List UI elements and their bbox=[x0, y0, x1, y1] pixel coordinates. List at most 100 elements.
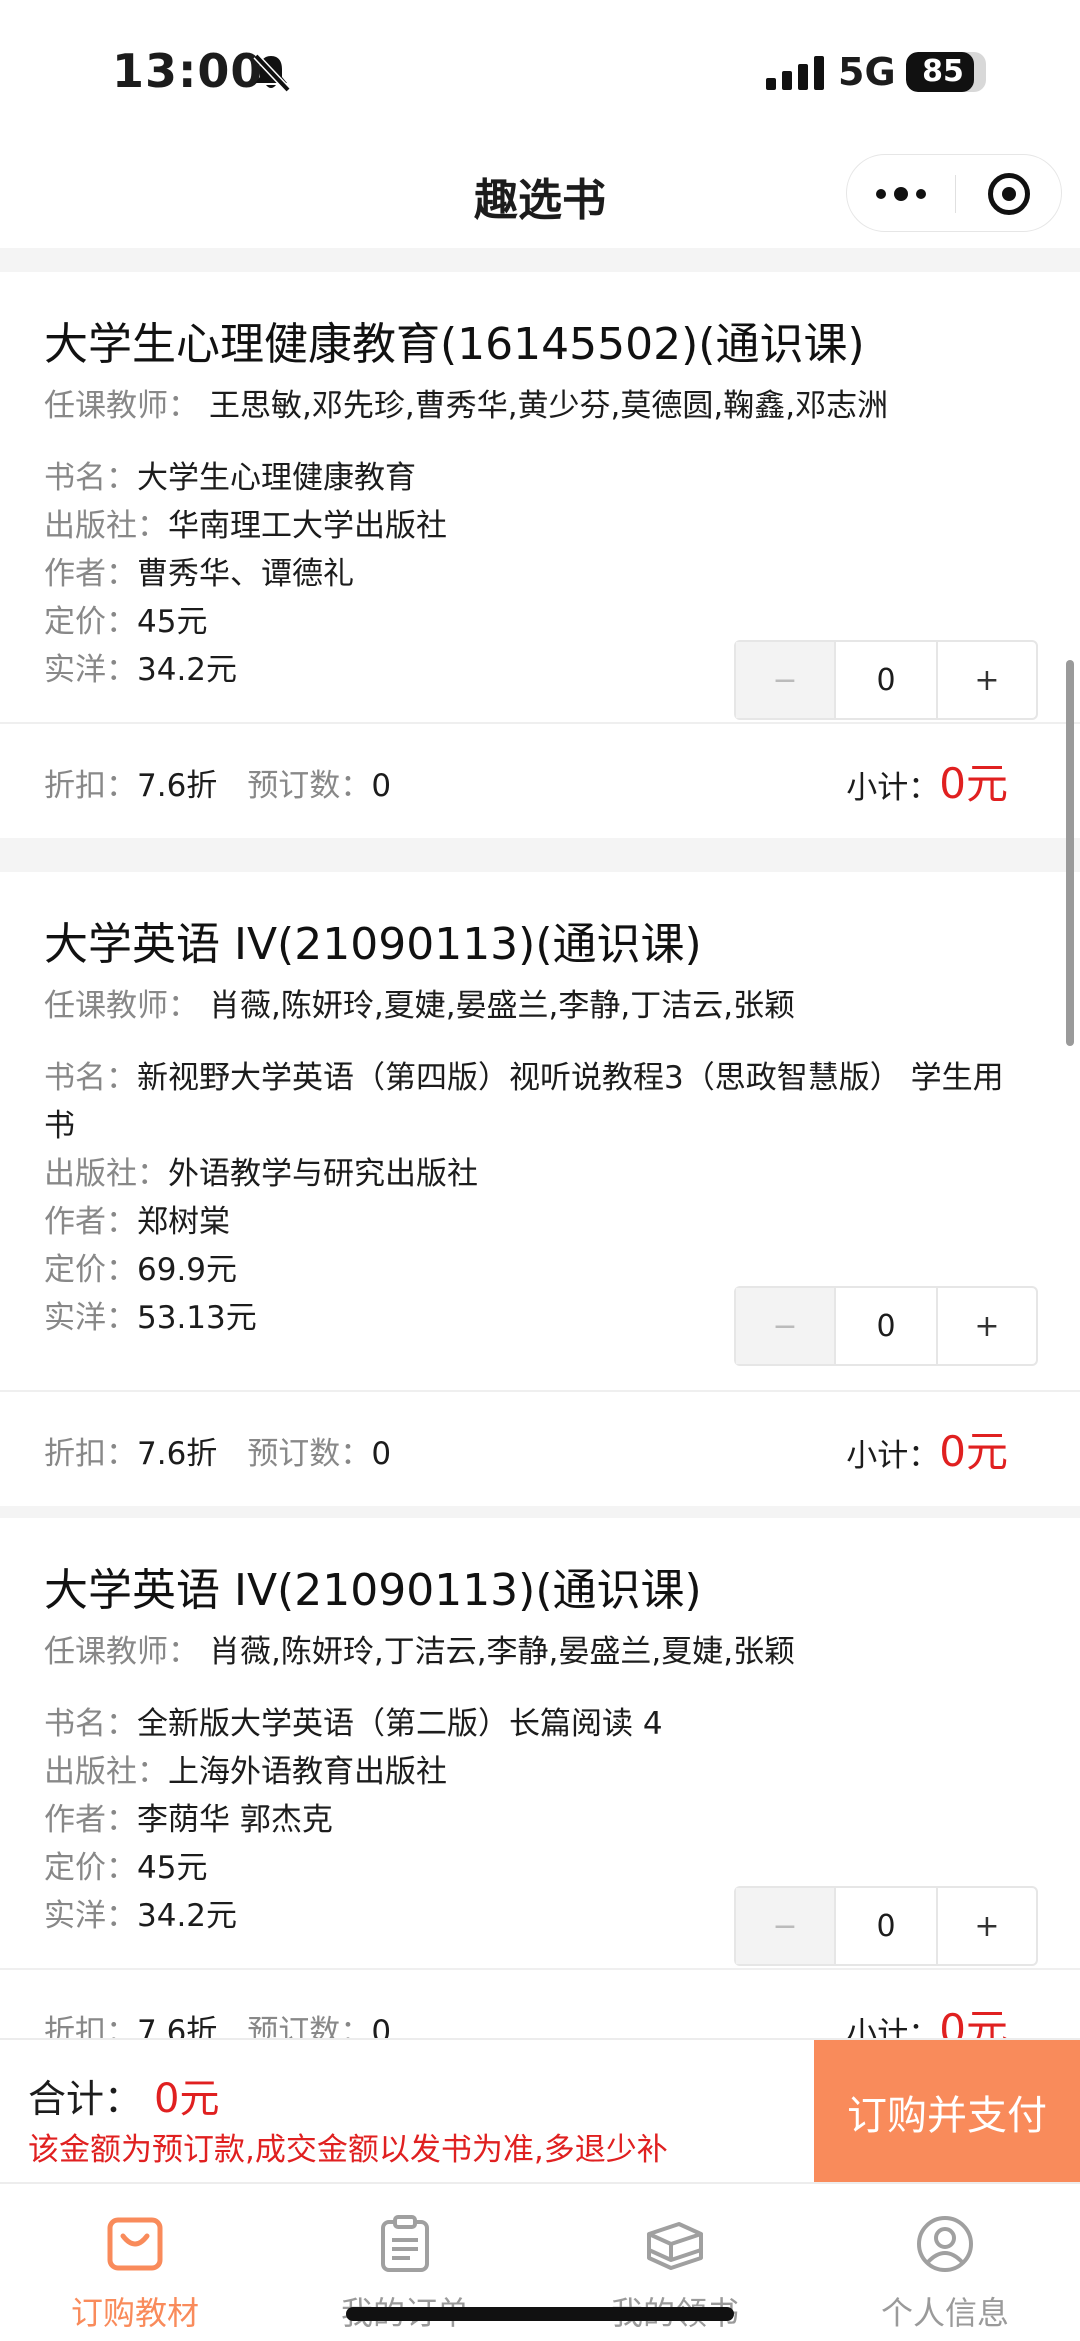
ordered-count: 0 bbox=[371, 1436, 392, 1472]
course-list[interactable]: 大学生心理健康教育(16145502)(通识课) 任课教师： 王思敏,邓先珍,曹秀… bbox=[0, 248, 1080, 2038]
more-dot-icon bbox=[916, 189, 926, 199]
list-price: 45元 bbox=[137, 604, 208, 640]
increase-button[interactable]: + bbox=[936, 1888, 1036, 1964]
actual-price-label: 实洋： bbox=[44, 652, 137, 688]
ordered-label: 预订数： bbox=[247, 768, 372, 804]
books-icon bbox=[647, 2222, 703, 2270]
quantity-value[interactable]: 0 bbox=[836, 642, 936, 718]
discount-value: 7.6折 bbox=[137, 2014, 218, 2038]
course-card: 大学生心理健康教育(16145502)(通识课) 任课教师： 王思敏,邓先珍,曹秀… bbox=[0, 272, 1080, 838]
total-amount: 0元 bbox=[154, 2076, 220, 2122]
subtotal-label: 小计： bbox=[846, 1438, 940, 1474]
battery-level: 85 bbox=[922, 54, 964, 89]
course-card: 大学英语 IV(21090113)(通识课) 任课教师： 肖薇,陈妍玲,丁洁云,李… bbox=[0, 1518, 1080, 2038]
more-menu-button[interactable] bbox=[847, 155, 955, 233]
ordered-count: 0 bbox=[371, 768, 392, 804]
summary-row: 折扣：7.6折 预订数：0 小计：0元 bbox=[0, 1392, 1080, 1508]
shopping-bag-icon bbox=[107, 2217, 163, 2271]
subtotal-amount: 0元 bbox=[939, 2005, 1008, 2038]
teacher-row: 任课教师： 肖薇,陈妍玲,夏婕,晏盛兰,李静,丁洁云,张颖 bbox=[44, 980, 795, 1025]
book-name: 全新版大学英语（第二版）长篇阅读 4 bbox=[137, 1706, 663, 1742]
teacher-names: 肖薇,陈妍玲,丁洁云,李静,晏盛兰,夏婕,张颖 bbox=[209, 1634, 796, 1670]
course-title: 大学生心理健康教育(16145502)(通识课) bbox=[44, 319, 865, 370]
payment-notice: 该金额为预订款,成交金额以发书为准,多退少补 bbox=[28, 2132, 668, 2168]
publisher-label: 出版社： bbox=[44, 1754, 168, 1790]
publisher-name: 华南理工大学出版社 bbox=[168, 508, 447, 544]
discount-label: 折扣： bbox=[44, 2014, 137, 2038]
summary-row: 折扣：7.6折 预订数：0 小计：0元 bbox=[0, 724, 1080, 840]
total-label: 合计： bbox=[28, 2077, 143, 2121]
user-icon bbox=[917, 2216, 973, 2272]
battery-icon: 85 bbox=[906, 52, 986, 92]
list-price: 45元 bbox=[137, 1850, 208, 1886]
cellular-signal-icon bbox=[766, 56, 824, 90]
actual-price: 34.2元 bbox=[137, 1898, 238, 1934]
close-mini-program-button[interactable] bbox=[955, 155, 1063, 233]
bell-muted-icon bbox=[253, 53, 291, 92]
discount-value: 7.6折 bbox=[137, 1436, 218, 1472]
decrease-button[interactable]: − bbox=[736, 642, 836, 718]
author-label: 作者： bbox=[44, 1802, 137, 1838]
decrease-button[interactable]: − bbox=[736, 1888, 836, 1964]
course-card: 大学英语 IV(21090113)(通识课) 任课教师： 肖薇,陈妍玲,夏婕,晏盛… bbox=[0, 872, 1080, 1506]
mini-program-capsule bbox=[846, 154, 1062, 232]
target-circle-icon bbox=[988, 173, 1030, 215]
subtotal-amount: 0元 bbox=[939, 1427, 1008, 1476]
teacher-names: 肖薇,陈妍玲,夏婕,晏盛兰,李静,丁洁云,张颖 bbox=[209, 988, 796, 1024]
subtotal-label: 小计： bbox=[846, 2016, 940, 2038]
increase-button[interactable]: + bbox=[936, 642, 1036, 718]
increase-button[interactable]: + bbox=[936, 1288, 1036, 1364]
publisher-label: 出版社： bbox=[44, 508, 168, 544]
ordered-label: 预订数： bbox=[247, 1436, 372, 1472]
ordered-label: 预订数： bbox=[247, 2014, 372, 2038]
total-row: 合计： 0元 bbox=[28, 2066, 219, 2124]
actual-price: 53.13元 bbox=[137, 1300, 257, 1336]
more-dot-icon bbox=[894, 187, 908, 201]
price-label: 定价： bbox=[44, 604, 137, 640]
course-title: 大学英语 IV(21090113)(通识课) bbox=[44, 919, 702, 970]
publisher-label: 出版社： bbox=[44, 1156, 168, 1192]
price-label: 定价： bbox=[44, 1252, 137, 1288]
quantity-value[interactable]: 0 bbox=[836, 1888, 936, 1964]
network-type: 5G bbox=[838, 50, 896, 94]
status-time: 13:00 bbox=[112, 44, 264, 98]
order-and-pay-button[interactable]: 订购并支付 bbox=[814, 2040, 1080, 2184]
actual-price-label: 实洋： bbox=[44, 1898, 137, 1934]
home-indicator[interactable] bbox=[346, 2307, 734, 2321]
actual-price-label: 实洋： bbox=[44, 1300, 137, 1336]
nav-bar: 趣选书 bbox=[0, 130, 1080, 248]
author-label: 作者： bbox=[44, 1204, 137, 1240]
teacher-row: 任课教师： 肖薇,陈妍玲,丁洁云,李静,晏盛兰,夏婕,张颖 bbox=[44, 1626, 795, 1671]
course-title: 大学英语 IV(21090113)(通识课) bbox=[44, 1565, 702, 1616]
subtotal-amount: 0元 bbox=[939, 759, 1008, 808]
ordered-count: 0 bbox=[371, 2014, 392, 2038]
publisher-name: 上海外语教育出版社 bbox=[168, 1754, 447, 1790]
more-dot-icon bbox=[876, 189, 886, 199]
subtotal-label: 小计： bbox=[846, 770, 940, 806]
summary-row: 折扣：7.6折 预订数：0 小计：0元 bbox=[0, 1970, 1080, 2038]
teacher-names: 王思敏,邓先珍,曹秀华,黄少芬,莫德圆,鞠鑫,邓志洲 bbox=[209, 388, 889, 424]
book-label: 书名： bbox=[44, 1706, 137, 1742]
quantity-value[interactable]: 0 bbox=[836, 1288, 936, 1364]
tab-profile[interactable]: 个人信息 bbox=[810, 2184, 1080, 2341]
author-name: 郑树棠 bbox=[137, 1204, 230, 1240]
author-label: 作者： bbox=[44, 556, 137, 592]
teacher-label: 任课教师： bbox=[44, 1634, 199, 1670]
book-label: 书名： bbox=[44, 460, 137, 496]
publisher-name: 外语教学与研究出版社 bbox=[168, 1156, 478, 1192]
list-price: 69.9元 bbox=[137, 1252, 238, 1288]
actual-price: 34.2元 bbox=[137, 652, 238, 688]
discount-label: 折扣： bbox=[44, 1436, 137, 1472]
author-name: 曹秀华、谭德礼 bbox=[137, 556, 354, 592]
decrease-button[interactable]: − bbox=[736, 1288, 836, 1364]
book-name: 新视野大学英语（第四版）视听说教程3（思政智慧版） 学生用书 bbox=[44, 1060, 1004, 1144]
teacher-row: 任课教师： 王思敏,邓先珍,曹秀华,黄少芬,莫德圆,鞠鑫,邓志洲 bbox=[44, 380, 888, 425]
quantity-stepper: − 0 + bbox=[734, 640, 1038, 720]
scrollbar[interactable] bbox=[1066, 660, 1074, 1046]
tab-order-textbooks[interactable]: 订购教材 bbox=[0, 2184, 270, 2341]
discount-label: 折扣： bbox=[44, 768, 137, 804]
teacher-label: 任课教师： bbox=[44, 988, 199, 1024]
discount-value: 7.6折 bbox=[137, 768, 218, 804]
clipboard-icon bbox=[381, 2215, 429, 2272]
book-name: 大学生心理健康教育 bbox=[137, 460, 416, 496]
